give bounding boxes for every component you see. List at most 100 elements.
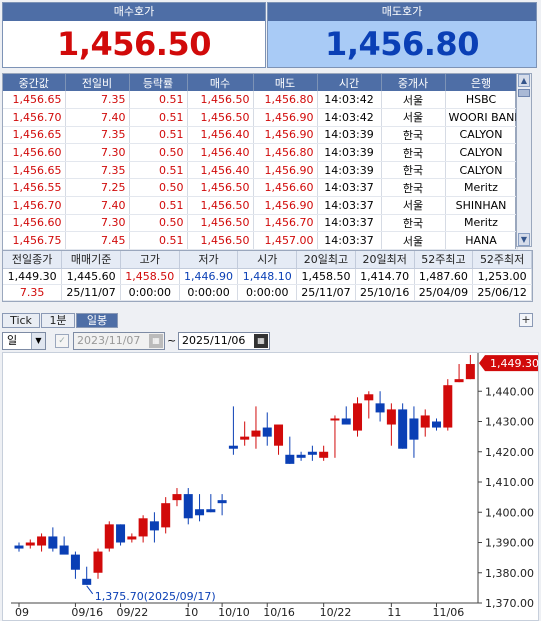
table-row[interactable]: 1,456.75 7.45 0.51 1,456.50 1,457.00 14:03:37… — [3, 231, 518, 250]
summary-header: 전일종가 — [3, 251, 63, 269]
table-row[interactable]: 1,456.60 7.30 0.50 1,456.40 1,456.80 14:03:39… — [3, 143, 518, 162]
candlestick-chart[interactable]: 1,440.00 1,430.00 1,420.00 1,410.00 1,400.00… — [2, 352, 539, 621]
table-cell: 7.35 — [65, 161, 130, 180]
chart-toolbar: 일 ▼ ✓ 2023/11/07 ▦ ~ 2025/11/06 ▦ — [0, 331, 541, 351]
tab-tick[interactable]: Tick — [2, 313, 40, 328]
candle-body — [82, 578, 92, 585]
candle-body — [432, 421, 442, 428]
add-chart-button[interactable]: + — [519, 313, 533, 327]
calendar-icon[interactable]: ▦ — [149, 334, 163, 348]
column-header[interactable]: 매수 — [187, 74, 254, 91]
column-header[interactable]: 중개사 — [381, 74, 446, 91]
ask-price: 1,456.80 — [268, 21, 536, 67]
table-row[interactable]: 1,456.70 7.40 0.51 1,456.50 1,456.90 14:03:37… — [3, 196, 518, 215]
table-row[interactable]: 1,456.55 7.25 0.50 1,456.50 1,456.60 14:03:37… — [3, 178, 518, 198]
chevron-down-icon[interactable]: ▼ — [31, 333, 45, 349]
ask-label: 매도호가 — [268, 3, 536, 21]
column-header[interactable]: 은행 — [445, 74, 518, 91]
candle-body — [14, 545, 24, 549]
table-cell: 14:03:37 — [317, 214, 382, 233]
table-cell: 0.50 — [129, 143, 188, 162]
summary-value: 1,253.00 — [472, 268, 532, 285]
summary-value: 25/10/16 — [355, 284, 415, 301]
candle-body — [172, 494, 182, 501]
table-cell: 서울 — [381, 196, 446, 215]
summary-value: 0:00:00 — [179, 284, 239, 301]
table-row[interactable]: 1,456.65 7.35 0.51 1,456.50 1,456.80 14:03:42… — [3, 91, 518, 110]
summary-value: 0:00:00 — [120, 284, 180, 301]
to-date-input[interactable]: 2025/11/06 ▦ — [178, 332, 270, 350]
from-date-input[interactable]: 2023/11/07 ▦ — [73, 332, 165, 350]
column-header[interactable]: 시간 — [317, 74, 382, 91]
scroll-thumb[interactable] — [518, 89, 530, 97]
tab-1min[interactable]: 1분 — [41, 313, 75, 328]
table-cell: 0.51 — [129, 161, 188, 180]
table-row[interactable]: 1,456.60 7.30 0.50 1,456.50 1,456.70 14:03:37… — [3, 214, 518, 233]
table-cell: 1,456.65 — [3, 126, 66, 145]
table-cell: 14:03:39 — [317, 126, 382, 145]
table-cell: 1,456.55 — [3, 178, 66, 198]
table-cell: 1,456.90 — [253, 126, 318, 145]
candle-body — [70, 554, 80, 570]
bid-label: 매수호가 — [3, 3, 265, 21]
candle-body — [375, 403, 385, 413]
table-cell: 1,456.40 — [187, 161, 254, 180]
summary-header: 20일최고 — [296, 251, 356, 269]
table-cell: 0.50 — [129, 178, 188, 198]
candle-body — [183, 494, 193, 519]
column-header[interactable]: 중간값 — [3, 74, 66, 91]
table-cell: CALYON — [445, 161, 518, 180]
candle-body — [454, 379, 464, 383]
candle-body — [364, 394, 374, 401]
table-row: 7.35 25/11/07 0:00:00 0:00:00 0:00:00 25/11/0… — [3, 284, 532, 301]
table-cell: 14:03:42 — [317, 108, 382, 127]
period-select[interactable]: 일 ▼ — [2, 332, 46, 350]
table-cell: 0.51 — [129, 196, 188, 215]
table-cell: 7.35 — [65, 126, 130, 145]
candle-body — [127, 536, 137, 540]
table-cell: 7.30 — [65, 214, 130, 233]
table-cell: 14:03:39 — [317, 143, 382, 162]
candle-body — [330, 418, 340, 421]
table-row[interactable]: 1,456.65 7.35 0.51 1,456.40 1,456.90 14:03:39… — [3, 126, 518, 145]
column-header[interactable]: 전일비 — [65, 74, 130, 91]
table-cell: CALYON — [445, 143, 518, 162]
summary-value: 1,449.30 — [3, 268, 63, 285]
candle-body — [104, 524, 114, 549]
candle-body — [296, 454, 306, 458]
tab-daily[interactable]: 일봉 — [76, 313, 118, 328]
candle-body — [240, 436, 250, 440]
calendar-icon[interactable]: ▦ — [254, 334, 268, 348]
summary-header: 고가 — [120, 251, 180, 269]
scroll-down-icon[interactable]: ▼ — [518, 233, 530, 246]
table-cell: 0.51 — [129, 91, 188, 110]
table-cell: 1,456.50 — [187, 91, 254, 110]
bid-quote-panel: 매수호가 1,456.50 — [2, 2, 266, 68]
table-cell: WOORI BANK — [445, 108, 518, 127]
table-cell: 14:03:37 — [317, 231, 382, 250]
table-cell: 1,456.50 — [187, 196, 254, 215]
scroll-up-icon[interactable]: ▲ — [518, 74, 530, 87]
from-date-checkbox[interactable]: ✓ — [55, 334, 69, 348]
x-tick-label: 10/22 — [320, 606, 352, 619]
x-tick-label: 10/16 — [263, 606, 295, 619]
summary-value: 1,458.50 — [296, 268, 356, 285]
table-cell: 서울 — [381, 231, 446, 250]
trade-table-scrollbar[interactable]: ▲ ▼ — [516, 73, 532, 247]
table-cell: 14:03:37 — [317, 178, 382, 198]
table-cell: 1,456.65 — [3, 91, 66, 110]
column-header[interactable]: 등락률 — [129, 74, 188, 91]
candle-body — [138, 518, 148, 537]
table-row[interactable]: 1,456.70 7.40 0.51 1,456.50 1,456.90 14:03:42… — [3, 108, 518, 127]
summary-table: 전일종가 매매기준 고가 저가 시가 20일최고 20일최저 52주최고 52주최저 1,449… — [2, 250, 533, 302]
summary-value: 1,414.70 — [355, 268, 415, 285]
summary-header: 저가 — [179, 251, 239, 269]
table-row[interactable]: 1,456.65 7.35 0.51 1,456.40 1,456.90 14:03:39… — [3, 161, 518, 180]
candle-body — [149, 521, 159, 531]
column-header[interactable]: 매도 — [253, 74, 318, 91]
candle-body — [25, 542, 35, 546]
x-tick-label: 09 — [15, 606, 29, 619]
x-tick-label: 11 — [387, 606, 401, 619]
table-cell: 1,456.90 — [253, 196, 318, 215]
low-annotation-arrow — [86, 585, 94, 595]
